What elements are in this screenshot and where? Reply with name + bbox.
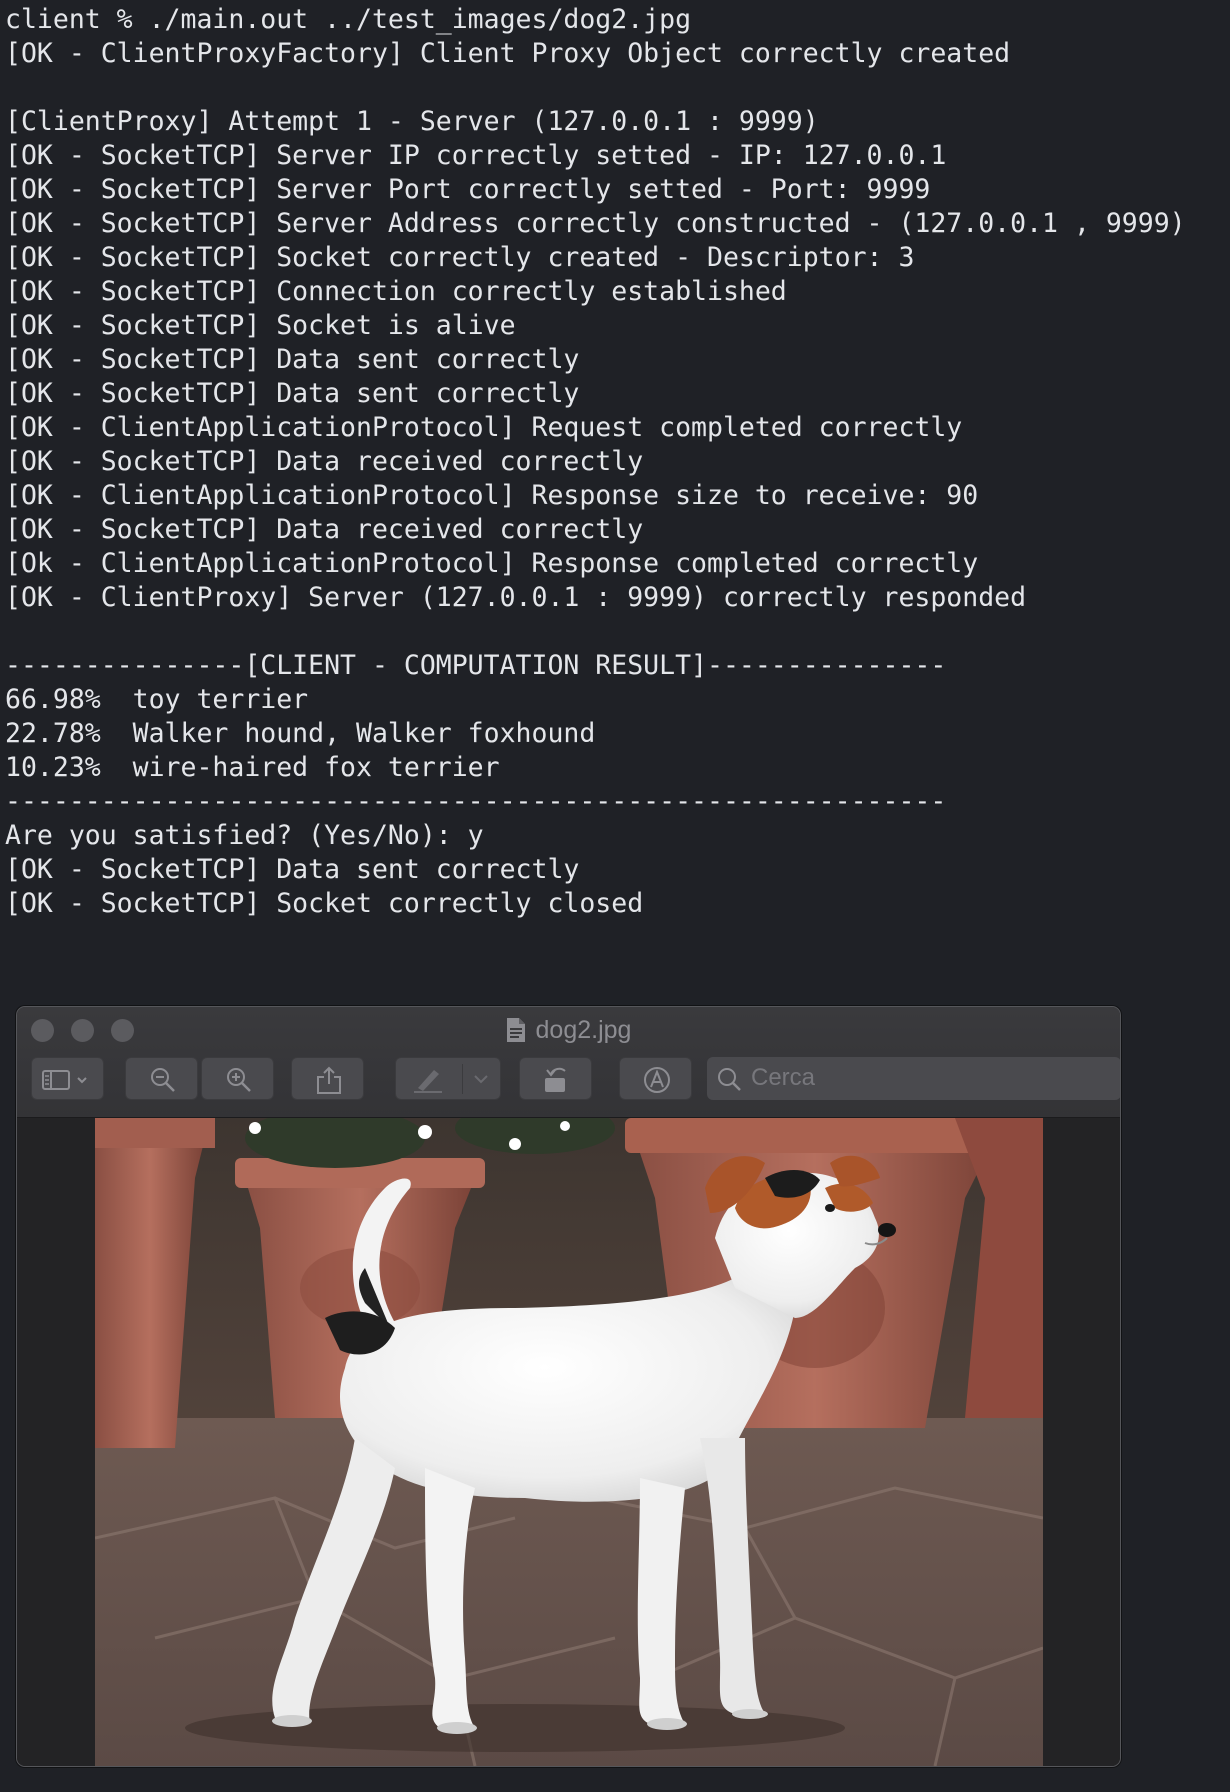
preview-canvas[interactable] — [17, 1118, 1120, 1766]
terminal-line: [OK - ClientProxyFactory] Client Proxy O… — [5, 38, 1011, 69]
share-button[interactable] — [291, 1057, 364, 1100]
terminal-line: [OK - SocketTCP] Socket correctly closed — [5, 888, 644, 919]
preview-window[interactable]: dog2.jpg — [16, 1006, 1121, 1767]
zoom-out-button[interactable] — [125, 1057, 198, 1100]
sidebar-toggle-button[interactable] — [31, 1057, 104, 1100]
terminal-line-command: client % ./main.out ../test_images/dog2.… — [5, 4, 692, 35]
zoom-out-icon — [151, 1068, 175, 1092]
dog-photo — [95, 1118, 1043, 1766]
result-header: ---------------[CLIENT - COMPUTATION RES… — [5, 650, 947, 681]
result-row: 66.98% toy terrier — [5, 684, 309, 715]
search-input[interactable] — [751, 1061, 1111, 1095]
terminal-line: [OK - ClientApplicationProtocol] Request… — [5, 412, 963, 443]
markup-pen-icon — [414, 1070, 442, 1093]
terminal-line: [OK - SocketTCP] Socket correctly create… — [5, 242, 915, 273]
terminal-line: [OK - SocketTCP] Server Address correctl… — [5, 208, 1186, 239]
terminal-line: [Ok - ClientApplicationProtocol] Respons… — [5, 548, 979, 579]
terminal-line: [OK - ClientProxy] Server (127.0.0.1 : 9… — [5, 582, 1027, 613]
chevron-down-icon — [474, 1075, 488, 1084]
terminal-line: [OK - SocketTCP] Data sent correctly — [5, 378, 580, 409]
terminal-line: [OK - SocketTCP] Server IP correctly set… — [5, 140, 947, 171]
markup-button[interactable] — [395, 1057, 501, 1100]
terminal-line: [OK - SocketTCP] Server Port correctly s… — [5, 174, 931, 205]
zoom-in-button[interactable] — [201, 1057, 274, 1100]
terminal-line: [OK - SocketTCP] Socket is alive — [5, 310, 516, 341]
window-title-text: dog2.jpg — [535, 1016, 632, 1044]
terminal-line: [OK - SocketTCP] Data sent correctly — [5, 344, 580, 375]
window-title: dog2.jpg — [17, 1015, 1120, 1045]
preview-titlebar[interactable]: dog2.jpg — [17, 1007, 1120, 1118]
terminal-line: [OK - ClientApplicationProtocol] Respons… — [5, 480, 979, 511]
terminal-line: [OK - SocketTCP] Data received correctly — [5, 514, 644, 545]
document-icon — [506, 1018, 525, 1042]
terminal-line-blank — [5, 615, 1186, 649]
terminal-line-blank — [5, 71, 1186, 105]
rotate-icon — [545, 1067, 566, 1092]
search-icon — [718, 1068, 741, 1091]
terminal-line: [OK - SocketTCP] Data received correctly — [5, 446, 644, 477]
button-divider — [462, 1064, 463, 1094]
result-footer: ----------------------------------------… — [5, 786, 947, 817]
zoom-in-icon — [227, 1068, 251, 1092]
rotate-button[interactable] — [519, 1057, 592, 1100]
result-row: 22.78% Walker hound, Walker foxhound — [5, 718, 596, 749]
terminal-line: [OK - SocketTCP] Data sent correctly — [5, 854, 580, 885]
annotate-button[interactable] — [619, 1057, 692, 1100]
terminal-line: [ClientProxy] Attempt 1 - Server (127.0.… — [5, 106, 819, 137]
terminal-prompt-line: Are you satisfied? (Yes/No): y — [5, 820, 484, 851]
sidebar-toggle-icon — [42, 1070, 87, 1090]
result-row: 10.23% wire-haired fox terrier — [5, 752, 500, 783]
share-icon — [317, 1066, 341, 1094]
search-field[interactable] — [707, 1057, 1120, 1100]
terminal-line: [OK - SocketTCP] Connection correctly es… — [5, 276, 787, 307]
annotate-icon — [644, 1067, 670, 1093]
terminal-output: client % ./main.out ../test_images/dog2.… — [5, 3, 1186, 921]
